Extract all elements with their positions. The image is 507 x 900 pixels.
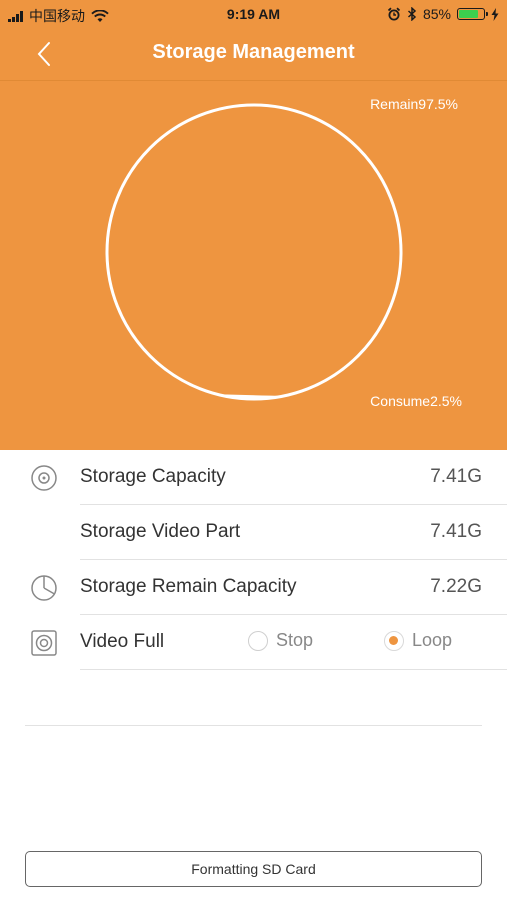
speaker-icon xyxy=(31,630,57,656)
page-title: Storage Management xyxy=(152,41,355,63)
status-bar: 中国移动 9:19 AM 85% xyxy=(0,0,507,28)
nav-bar: Storage Management xyxy=(0,28,507,81)
status-right: 85% xyxy=(387,6,499,22)
bluetooth-icon xyxy=(407,7,417,21)
radio-stop[interactable]: Stop xyxy=(248,630,313,651)
storage-video-part-label: Storage Video Part xyxy=(80,521,241,542)
alarm-icon xyxy=(387,7,401,21)
battery-percent: 85% xyxy=(422,6,451,22)
row-storage-video-part: Storage Video Part 7.41G xyxy=(0,505,507,560)
storage-video-part-value: 7.41G xyxy=(430,521,482,542)
row-video-full: Video Full Stop Loop xyxy=(0,615,507,670)
storage-remain-label: Storage Remain Capacity xyxy=(80,576,297,597)
video-full-label: Video Full xyxy=(80,631,165,652)
storage-capacity-label: Storage Capacity xyxy=(80,466,226,487)
radio-circle[interactable] xyxy=(384,630,404,651)
format-sd-card-button[interactable]: Formatting SD Card xyxy=(25,851,482,887)
storage-gauge: Remain97.5% Consume2.5% xyxy=(105,96,462,409)
battery-icon xyxy=(457,8,488,20)
divider xyxy=(80,669,507,670)
section-divider xyxy=(25,725,482,726)
gauge-circle xyxy=(105,103,403,401)
radio-stop-label: Stop xyxy=(276,630,314,650)
row-storage-capacity: Storage Capacity 7.41G xyxy=(0,450,507,505)
storage-capacity-value: 7.41G xyxy=(430,466,482,487)
storage-gauge-panel: Remain97.5% Consume2.5% xyxy=(0,81,507,450)
storage-remain-value: 7.22G xyxy=(430,576,482,597)
disc-icon xyxy=(31,465,57,491)
radio-loop-label: Loop xyxy=(412,630,453,650)
pie-chart-icon xyxy=(31,575,57,601)
radio-circle[interactable] xyxy=(248,630,268,651)
radio-loop[interactable]: Loop xyxy=(384,630,452,651)
consume-percent-label: Consume2.5% xyxy=(370,393,462,409)
charging-icon xyxy=(491,7,499,21)
row-storage-remain: Storage Remain Capacity 7.22G xyxy=(0,560,507,615)
remain-percent-label: Remain97.5% xyxy=(370,96,458,112)
